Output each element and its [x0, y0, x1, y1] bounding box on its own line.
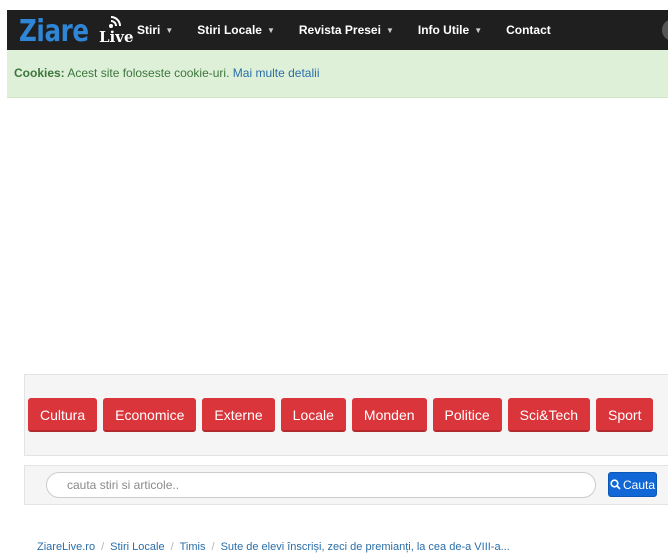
nav-item-label: Revista Presei	[298, 23, 381, 37]
category-button-externe[interactable]: Externe	[202, 398, 275, 432]
category-button-cultura[interactable]: Cultura	[28, 398, 98, 432]
breadcrumb-timis[interactable]: Timis	[180, 541, 206, 553]
breadcrumb-current: Sute de elevi înscriși, zeci de premianț…	[220, 541, 510, 553]
cookie-label: Cookies:	[14, 66, 65, 80]
breadcrumb-stiri-locale[interactable]: Stiri Locale	[110, 541, 164, 553]
nav-item-info-utile[interactable]: Info Utile ▼	[418, 23, 482, 37]
breadcrumb-separator: /	[101, 541, 105, 553]
top-navbar: Ziare Live Stiri ▼ Stiri Locale ▼ Revist…	[7, 10, 668, 50]
logo-text: Ziare	[19, 14, 89, 49]
nav-menu: Stiri ▼ Stiri Locale ▼ Revista Presei ▼ …	[137, 23, 575, 37]
nav-item-stiri[interactable]: Stiri ▼	[137, 23, 173, 37]
nav-item-label: Info Utile	[417, 23, 470, 37]
chevron-down-icon: ▼	[165, 25, 174, 35]
chevron-down-icon: ▼	[474, 25, 483, 35]
nav-item-contact[interactable]: Contact	[506, 23, 551, 37]
broadcast-icon	[109, 16, 121, 28]
nav-item-stiri-locale[interactable]: Stiri Locale ▼	[197, 23, 275, 37]
search-input[interactable]	[46, 472, 596, 498]
search-button[interactable]: Cauta	[608, 472, 657, 497]
cookie-notice: Cookies: Acest site foloseste cookie-uri…	[7, 50, 668, 98]
category-panel: Cultura Economice Externe Locale Monden …	[24, 374, 668, 456]
category-button-monden[interactable]: Monden	[351, 398, 427, 432]
breadcrumb-separator: /	[170, 541, 174, 553]
logo-live-text: Live	[99, 28, 134, 46]
nav-item-revista-presei[interactable]: Revista Presei ▼	[299, 23, 394, 37]
nav-item-label: Contact	[506, 23, 551, 37]
breadcrumb-separator: /	[211, 541, 215, 553]
search-button-label: Cauta	[622, 477, 656, 492]
cookie-text: Acest site foloseste cookie-uri.	[67, 66, 230, 80]
nav-item-label: Stiri	[137, 23, 161, 37]
category-button-economice[interactable]: Economice	[103, 398, 197, 432]
category-buttons: Cultura Economice Externe Locale Monden …	[28, 398, 659, 432]
chevron-down-icon: ▼	[385, 25, 394, 35]
logo-live-badge: Live	[99, 15, 134, 47]
category-button-sport[interactable]: Sport	[596, 398, 654, 432]
category-button-scitech[interactable]: Sci&Tech	[507, 398, 591, 432]
nav-item-label: Stiri Locale	[197, 23, 262, 37]
search-panel: Cauta	[24, 465, 668, 505]
breadcrumb: ZiareLive.ro / Stiri Locale / Timis / Sute de …	[37, 541, 510, 553]
category-button-locale[interactable]: Locale	[280, 398, 346, 432]
avatar[interactable]	[662, 19, 668, 41]
breadcrumb-home[interactable]: ZiareLive.ro	[37, 541, 95, 553]
site-logo[interactable]: Ziare Live	[19, 13, 134, 49]
search-icon	[610, 479, 621, 490]
chevron-down-icon: ▼	[266, 25, 275, 35]
cookie-details-link[interactable]: Mai multe detalii	[233, 66, 320, 80]
category-button-politice[interactable]: Politice	[432, 398, 502, 432]
